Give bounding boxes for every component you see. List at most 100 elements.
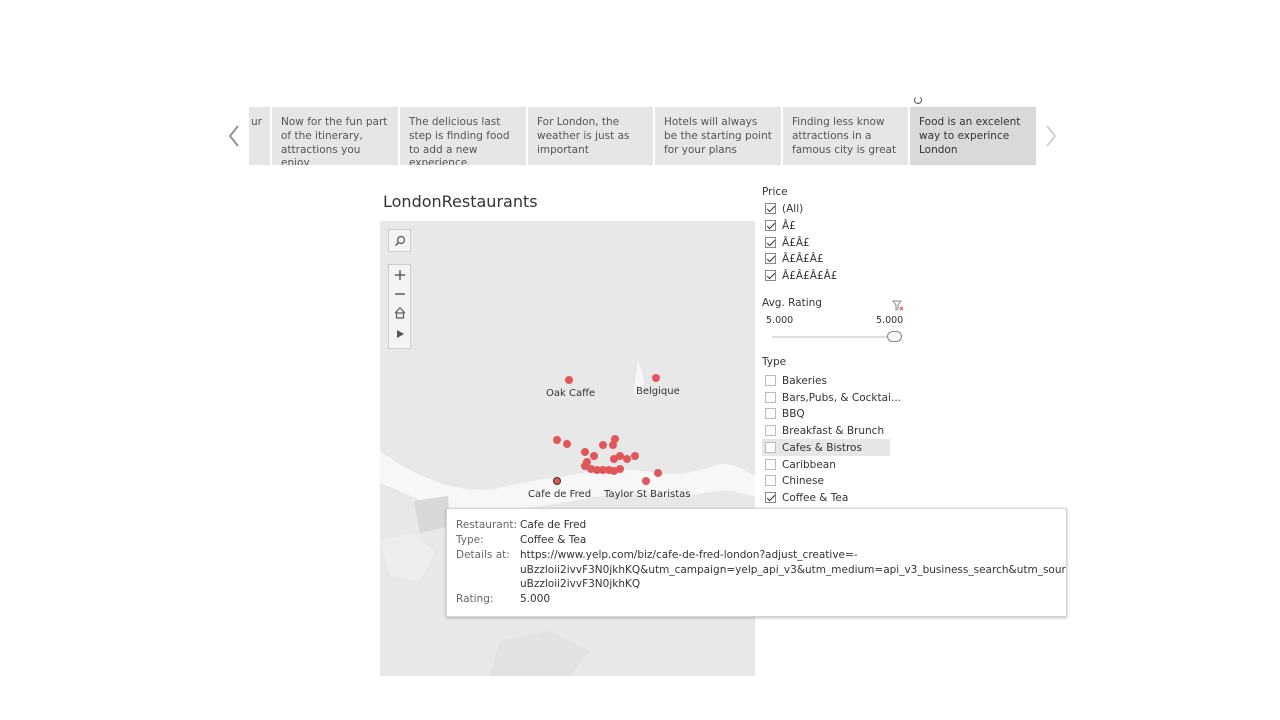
- type-option-bars[interactable]: Bars,Pubs, & Cocktai...: [765, 390, 901, 405]
- home-icon[interactable]: [389, 303, 410, 322]
- type-option-label: Bakeries: [782, 374, 827, 387]
- price-option-3[interactable]: Â£Â£Â£: [765, 251, 824, 266]
- story-point-text: For London, the weather is just as impor…: [537, 116, 630, 156]
- rating-min-value: 5.000: [766, 315, 794, 326]
- map-marker-belgique[interactable]: [652, 374, 660, 382]
- tooltip-key: Details at:: [456, 549, 510, 561]
- price-option-2[interactable]: Â£Â£: [765, 235, 810, 250]
- checkbox[interactable]: [765, 459, 776, 470]
- price-option-label: Â£Â£Â£Â£: [782, 269, 838, 282]
- tooltip-details-line-2: uBzzloii2ivvF3N0jkhKQ&utm_campaign=yelp_…: [520, 564, 1067, 576]
- type-option-coffee-tea[interactable]: Coffee & Tea: [765, 490, 848, 505]
- price-option-1[interactable]: Â£: [765, 218, 796, 233]
- checkbox[interactable]: [765, 253, 776, 264]
- type-option-breakfast[interactable]: Breakfast & Brunch: [765, 423, 884, 438]
- story-point-text: Finding less know attractions in a famou…: [792, 116, 897, 156]
- search-icon[interactable]: [389, 230, 410, 251]
- checkbox[interactable]: [765, 220, 776, 231]
- tooltip-key: Restaurant:: [456, 519, 518, 531]
- checkbox[interactable]: [765, 270, 776, 281]
- map-zoom-controls: [388, 264, 411, 349]
- type-option-caribbean[interactable]: Caribbean: [765, 457, 836, 472]
- tooltip-rating-row: Rating: 5.000: [456, 593, 550, 605]
- price-option-4[interactable]: Â£Â£Â£Â£: [765, 268, 837, 283]
- price-option-all[interactable]: (All): [765, 201, 803, 216]
- story-point-text: The delicious last step is finding food …: [409, 116, 510, 165]
- type-option-label: Breakfast & Brunch: [782, 424, 885, 437]
- plus-icon[interactable]: [389, 265, 410, 284]
- map-marker-cafe-de-fred-selected[interactable]: [553, 477, 561, 485]
- type-option-label: Bars,Pubs, & Cocktai...: [782, 391, 901, 404]
- map-marker[interactable]: [609, 441, 617, 449]
- type-filter-title: Type: [762, 356, 787, 368]
- rating-slider-track[interactable]: [772, 336, 900, 338]
- story-point-3[interactable]: For London, the weather is just as impor…: [528, 107, 653, 165]
- map-marker[interactable]: [631, 452, 639, 460]
- story-point-2[interactable]: The delicious last step is finding food …: [400, 107, 526, 165]
- map-label-taylor-st-baristas: Taylor St Baristas: [604, 489, 691, 500]
- checkbox[interactable]: [765, 442, 776, 453]
- map-marker[interactable]: [553, 436, 561, 444]
- map-marker[interactable]: [581, 448, 589, 456]
- type-option-bakeries[interactable]: Bakeries: [765, 373, 827, 388]
- map-tooltip: Restaurant: Cafe de Fred Type: Coffee & Te…: [446, 508, 1067, 617]
- price-option-label: (All): [782, 202, 804, 215]
- next-story-arrow-icon[interactable]: [1043, 116, 1063, 156]
- type-option-label: Chinese: [782, 474, 824, 487]
- checkbox[interactable]: [765, 392, 776, 403]
- story-point-0[interactable]: ur: [249, 107, 270, 165]
- tooltip-restaurant-value: Cafe de Fred: [520, 519, 587, 531]
- map-marker[interactable]: [616, 465, 624, 473]
- tooltip-type-row: Type: Coffee & Tea: [456, 534, 586, 546]
- tooltip-key: Rating:: [456, 593, 494, 605]
- price-option-label: Â£: [782, 219, 796, 232]
- tooltip-key: Type:: [456, 534, 484, 546]
- map-marker-taylor-st-baristas[interactable]: [642, 477, 650, 485]
- story-point-text: Hotels will always be the starting point…: [664, 116, 772, 156]
- rating-slider-thumb[interactable]: [887, 331, 902, 342]
- loading-spinner-icon: [914, 96, 922, 104]
- map-label-cafe-de-fred: Cafe de Fred: [528, 489, 592, 500]
- previous-story-arrow-icon[interactable]: [226, 116, 246, 156]
- story-point-text: Now for the fun part of the itinerary, a…: [281, 116, 388, 165]
- clear-filter-icon[interactable]: [892, 297, 904, 316]
- story-point-5[interactable]: Finding less know attractions in a famou…: [783, 107, 908, 165]
- map-marker-oak-caffe[interactable]: [565, 376, 573, 384]
- map-marker[interactable]: [563, 440, 571, 448]
- tooltip-type-value: Coffee & Tea: [520, 534, 587, 546]
- checkbox[interactable]: [765, 237, 776, 248]
- story-point-1[interactable]: Now for the fun part of the itinerary, a…: [272, 107, 398, 165]
- rating-max-value: 5.000: [876, 315, 904, 326]
- map-label-oak-caffe: Oak Caffe: [546, 388, 596, 399]
- price-option-label: Â£Â£: [782, 236, 810, 249]
- map-marker[interactable]: [599, 441, 607, 449]
- checkbox[interactable]: [765, 425, 776, 436]
- price-filter-title: Price: [762, 186, 788, 198]
- type-option-chinese[interactable]: Chinese: [765, 473, 824, 488]
- map-marker[interactable]: [623, 455, 631, 463]
- rating-filter-title: Avg. Rating: [762, 297, 822, 309]
- type-option-label: Caribbean: [782, 458, 836, 471]
- story-point-4[interactable]: Hotels will always be the starting point…: [655, 107, 781, 165]
- story-point-6[interactable]: Food is an excelent way to experince Lon…: [910, 107, 1036, 165]
- minus-icon[interactable]: [389, 284, 410, 303]
- checkbox[interactable]: [765, 375, 776, 386]
- play-icon[interactable]: [389, 322, 410, 346]
- type-option-bbq[interactable]: BBQ: [765, 406, 805, 421]
- tooltip-restaurant-row: Restaurant: Cafe de Fred: [456, 519, 586, 531]
- type-option-label: BBQ: [782, 407, 805, 420]
- checkbox[interactable]: [765, 203, 776, 214]
- type-option-label: Coffee & Tea: [782, 491, 849, 504]
- checkbox[interactable]: [765, 408, 776, 419]
- story-point-text: ur: [251, 116, 262, 128]
- price-option-label: Â£Â£Â£: [782, 252, 824, 265]
- map-marker[interactable]: [590, 452, 598, 460]
- tooltip-details-row: Details at: https://www.yelp.com/biz/cafe…: [456, 549, 858, 561]
- type-option-cafes[interactable]: Cafes & Bistros: [765, 440, 862, 455]
- map-marker[interactable]: [654, 469, 662, 477]
- tooltip-details-line-3: uBzzloii2ivvF3N0jkhKQ: [520, 578, 641, 590]
- checkbox[interactable]: [765, 475, 776, 486]
- checkbox[interactable]: [765, 492, 776, 503]
- map-search-control[interactable]: [388, 229, 411, 252]
- sheet-title: LondonRestaurants: [383, 192, 538, 211]
